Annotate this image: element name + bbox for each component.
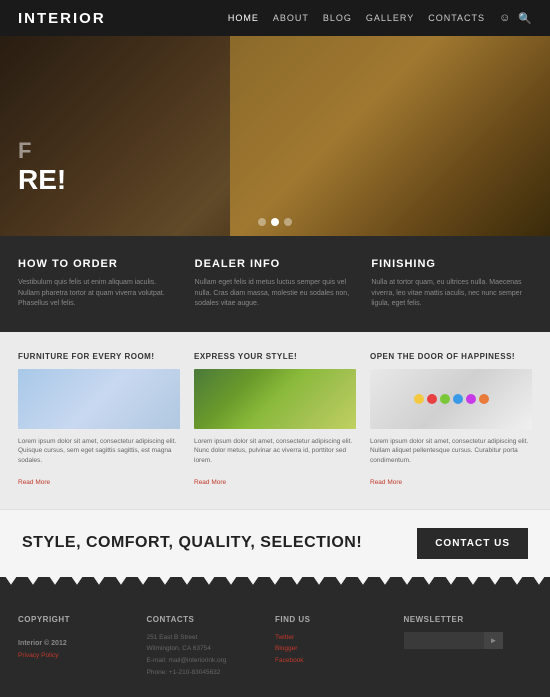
features-grid: FURNITURE FOR EVERY ROOM! Lorem ipsum do… xyxy=(18,352,532,489)
nav-home[interactable]: HOME xyxy=(228,13,259,23)
feature-happiness: OPEN THE DOOR OF HAPPINESS! Lorem ipsum … xyxy=(370,352,532,489)
ball-4 xyxy=(453,394,463,404)
ball-3 xyxy=(440,394,450,404)
dealer-info-body: Nullam eget felis id metus luctus semper… xyxy=(195,278,356,310)
dealer-info-col: DEALER INFO Nullam eget felis id metus l… xyxy=(195,258,356,310)
dot-2[interactable] xyxy=(271,218,279,226)
newsletter-input[interactable] xyxy=(404,632,484,649)
dot-1[interactable] xyxy=(258,218,266,226)
feature-furniture-title: FURNITURE FOR EVERY ROOM! xyxy=(18,352,180,361)
feature-style-body: Lorem ipsum dolor sit amet, consectetur … xyxy=(194,437,356,466)
feature-style: EXPRESS YOUR STYLE! Lorem ipsum dolor si… xyxy=(194,352,356,489)
feature-style-image xyxy=(194,369,356,429)
feature-style-title: EXPRESS YOUR STYLE! xyxy=(194,352,356,361)
dot-3[interactable] xyxy=(284,218,292,226)
feature-happiness-body: Lorem ipsum dolor sit amet, consectetur … xyxy=(370,437,532,466)
dealer-info-title: DEALER INFO xyxy=(195,258,356,270)
finishing-body: Nulla at tortor quam, eu ultrices nulla.… xyxy=(371,278,532,310)
nav-icons: ☺ 🔍 xyxy=(499,12,532,25)
footer-twitter-link[interactable]: Twitter xyxy=(275,632,394,644)
feature-style-readmore[interactable]: Read More xyxy=(194,479,226,486)
feature-furniture-image xyxy=(18,369,180,429)
user-icon[interactable]: ☺ xyxy=(499,12,510,24)
footer-brand: Interior © 2012 xyxy=(18,640,67,647)
ball-1 xyxy=(414,394,424,404)
hero-line1: F xyxy=(18,138,66,164)
feature-happiness-readmore[interactable]: Read More xyxy=(370,479,402,486)
search-icon[interactable]: 🔍 xyxy=(518,12,532,25)
nav-blog[interactable]: BLOG xyxy=(323,13,352,23)
how-to-order-title: HOW TO ORDER xyxy=(18,258,179,270)
nav: HOME ABOUT BLOG GALLERY CONTACTS ☺ 🔍 xyxy=(228,12,532,25)
nav-contacts[interactable]: CONTACTS xyxy=(428,13,485,23)
features-section: FURNITURE FOR EVERY ROOM! Lorem ipsum do… xyxy=(0,332,550,509)
newsletter-input-row: ► xyxy=(404,632,523,649)
footer: Copyright Interior © 2012 Privacy Policy… xyxy=(0,593,550,697)
ball-5 xyxy=(466,394,476,404)
finishing-col: FINISHING Nulla at tortor quam, eu ultri… xyxy=(371,258,532,310)
feature-happiness-title: OPEN THE DOOR OF HAPPINESS! xyxy=(370,352,532,361)
footer-email: E-mail: mail@interiorink.org xyxy=(147,655,266,667)
ball-2 xyxy=(427,394,437,404)
feature-furniture-readmore[interactable]: Read More xyxy=(18,479,50,486)
footer-newsletter-title: Newsletter xyxy=(404,615,523,624)
hero-image xyxy=(230,36,550,236)
hero-dots xyxy=(258,218,292,226)
footer-blogger-link[interactable]: Blogger xyxy=(275,643,394,655)
how-to-order-col: HOW TO ORDER Vestibulum quis felis ut en… xyxy=(18,258,179,310)
feature-furniture-body: Lorem ipsum dolor sit amet, consectetur … xyxy=(18,437,180,466)
how-to-order-body: Vestibulum quis felis ut enim aliquam ia… xyxy=(18,278,179,310)
footer-address: 251 East B StreetWilmington, CA 63754 xyxy=(147,632,266,655)
feature-happiness-image xyxy=(370,369,532,429)
cta-section: STYLE, COMFORT, QUALITY, SELECTION! CONT… xyxy=(0,509,550,577)
nav-gallery[interactable]: GALLERY xyxy=(366,13,414,23)
footer-copyright-title: Copyright xyxy=(18,615,137,624)
footer-facebook-link[interactable]: Facebook xyxy=(275,655,394,667)
newsletter-submit-button[interactable]: ► xyxy=(484,632,504,649)
header: INTERIOR HOME ABOUT BLOG GALLERY CONTACT… xyxy=(0,0,550,36)
cta-text: STYLE, COMFORT, QUALITY, SELECTION! xyxy=(22,534,362,552)
nav-about[interactable]: ABOUT xyxy=(273,13,309,23)
footer-find-us-title: Find Us xyxy=(275,615,394,624)
footer-contacts-title: Contacts xyxy=(147,615,266,624)
finishing-title: FINISHING xyxy=(371,258,532,270)
zigzag-divider xyxy=(0,577,550,593)
feature-furniture: FURNITURE FOR EVERY ROOM! Lorem ipsum do… xyxy=(18,352,180,489)
hero-text: F RE! xyxy=(18,138,66,196)
footer-privacy-link[interactable]: Privacy Policy xyxy=(18,650,137,662)
hero-section: F RE! xyxy=(0,36,550,236)
logo: INTERIOR xyxy=(18,10,106,27)
ball-6 xyxy=(479,394,489,404)
footer-phone: Phone: +1-210-83045632 xyxy=(147,667,266,679)
contact-us-button[interactable]: CONTACT US xyxy=(417,528,528,559)
hero-line2: RE! xyxy=(18,164,66,196)
dark-info-section: HOW TO ORDER Vestibulum quis felis ut en… xyxy=(0,236,550,332)
